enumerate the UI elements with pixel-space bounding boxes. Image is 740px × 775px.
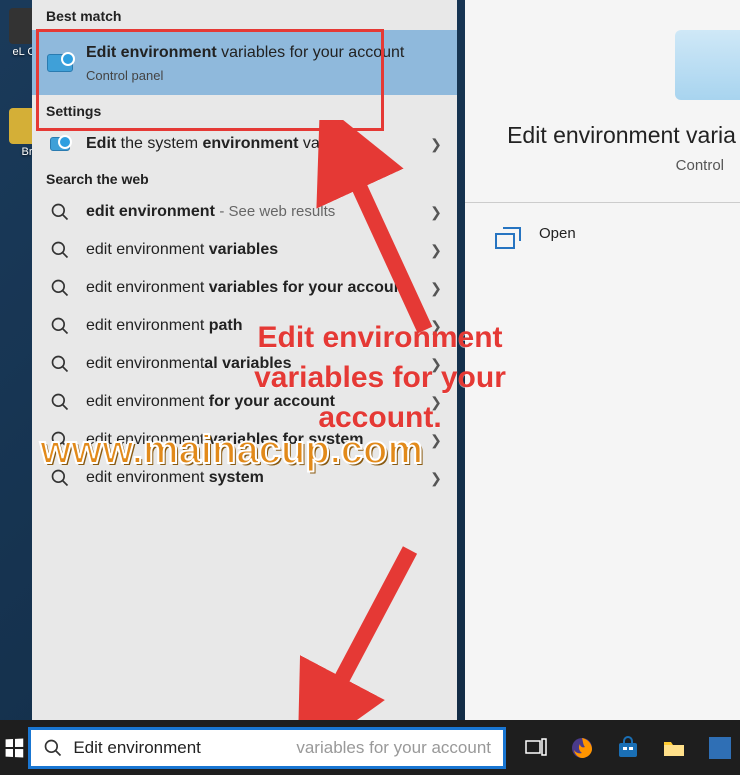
start-button[interactable] <box>0 720 28 775</box>
taskbar-pinned-apps <box>516 727 740 769</box>
result-title: edit environment variables for your acco… <box>86 277 415 299</box>
search-icon <box>46 316 74 336</box>
result-title: edit environment - See web results <box>86 201 415 223</box>
search-icon <box>46 392 74 412</box>
folder-icon <box>662 736 686 760</box>
taskbar: variables for your account <box>0 720 740 775</box>
firefox-icon <box>570 736 594 760</box>
result-subtitle: Control panel <box>86 68 404 83</box>
detail-title: Edit environment varia <box>503 110 740 153</box>
task-view-button[interactable] <box>516 727 556 769</box>
task-view-icon <box>524 736 548 760</box>
search-icon <box>46 354 74 374</box>
result-web-item[interactable]: edit environment - See web results ❯ <box>32 193 457 231</box>
monitor-icon <box>46 137 74 151</box>
detail-action-open[interactable]: Open <box>465 203 740 264</box>
search-input[interactable] <box>73 738 294 758</box>
detail-subtitle: Control <box>465 153 740 194</box>
chevron-right-icon[interactable]: ❯ <box>427 280 445 297</box>
chevron-right-icon[interactable]: ❯ <box>427 242 445 259</box>
result-best-match[interactable]: Edit environment variables for your acco… <box>32 30 457 95</box>
taskbar-app-explorer[interactable] <box>654 727 694 769</box>
desktop-icon-label: Br <box>22 146 33 158</box>
store-icon <box>616 736 640 760</box>
chevron-right-icon[interactable]: ❯ <box>427 136 445 153</box>
chevron-right-icon[interactable]: ❯ <box>427 204 445 221</box>
search-icon <box>46 240 74 260</box>
search-icon <box>46 202 74 222</box>
detail-illustration <box>675 30 740 100</box>
result-settings-item[interactable]: Edit the system environment variables ❯ <box>32 125 457 163</box>
open-icon <box>503 227 521 241</box>
chevron-right-icon[interactable]: ❯ <box>427 470 445 487</box>
watermark-text: www.mainacup.com <box>40 428 423 473</box>
search-icon <box>46 278 74 298</box>
result-web-item[interactable]: edit environment variables for your acco… <box>32 269 457 307</box>
monitor-icon <box>46 54 74 72</box>
windows-logo-icon <box>6 738 24 757</box>
search-ghost-text: variables for your account <box>296 738 491 758</box>
section-header-best-match: Best match <box>32 0 457 30</box>
app-icon <box>709 737 731 759</box>
section-header-settings: Settings <box>32 95 457 125</box>
taskbar-search-box[interactable]: variables for your account <box>28 727 506 769</box>
detail-action-label: Open <box>539 225 576 242</box>
result-title: Edit environment variables for your acco… <box>86 42 404 64</box>
taskbar-app-firefox[interactable] <box>562 727 602 769</box>
search-icon <box>43 738 63 758</box>
taskbar-app-generic[interactable] <box>700 727 740 769</box>
result-title: Edit the system environment variables <box>86 133 415 155</box>
section-header-search-web: Search the web <box>32 163 457 193</box>
taskbar-app-store[interactable] <box>608 727 648 769</box>
result-title: edit environment variables <box>86 239 415 261</box>
result-web-item[interactable]: edit environment variables ❯ <box>32 231 457 269</box>
annotation-text: Edit environmentvariables for your accou… <box>200 318 560 438</box>
